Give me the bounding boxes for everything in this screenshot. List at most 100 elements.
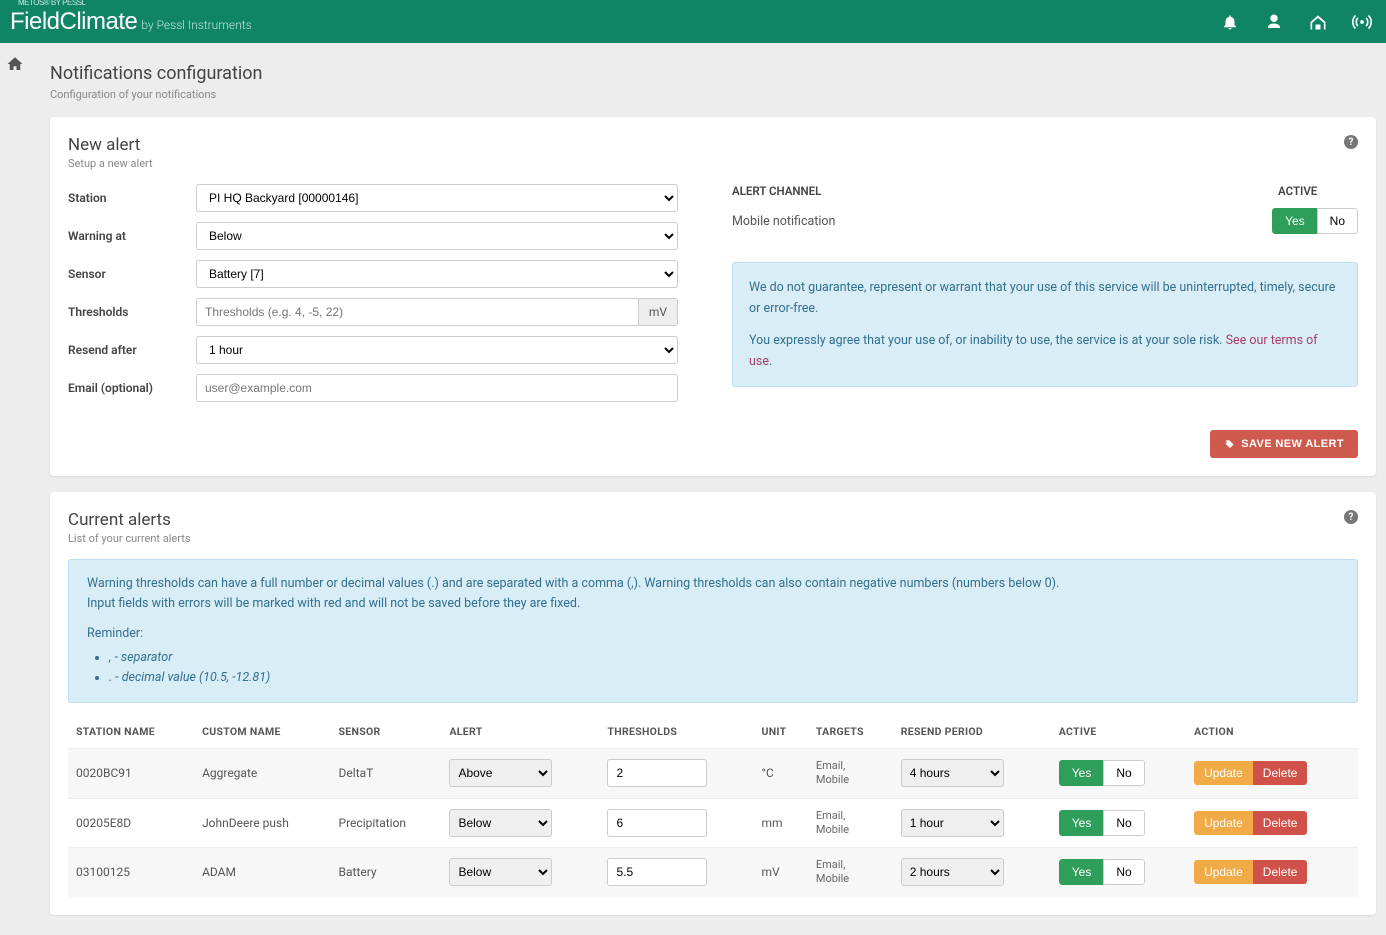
new-alert-form: Station PI HQ Backyard [00000146] Warnin… (68, 184, 678, 412)
current-alerts-title: Current alerts (68, 510, 191, 530)
th-station: STATION NAME (68, 715, 194, 749)
table-row: 0020BC91 Aggregate DeltaT Above °C Email… (68, 749, 1358, 799)
alert-select[interactable]: Above (449, 759, 552, 787)
cell-unit: °C (753, 749, 807, 799)
label-email: Email (optional) (68, 381, 196, 395)
delete-button[interactable]: Delete (1253, 811, 1308, 835)
channel-header: ALERT CHANNEL (732, 184, 1248, 198)
page-header: Notifications configuration Configuratio… (50, 63, 1376, 101)
active-no-button[interactable]: No (1103, 810, 1144, 836)
active-toggle: YesNo (1059, 859, 1145, 885)
threshold-input[interactable] (607, 759, 707, 787)
action-buttons: UpdateDelete (1194, 860, 1307, 884)
user-icon[interactable] (1264, 12, 1284, 32)
cell-sensor: Battery (331, 848, 442, 897)
alert-select[interactable]: Below (449, 858, 552, 886)
bell-icon[interactable] (1220, 12, 1240, 32)
th-custom: CUSTOM NAME (194, 715, 330, 749)
new-alert-subtitle: Setup a new alert (68, 157, 153, 170)
alerts-info-box: Warning thresholds can have a full numbe… (68, 559, 1358, 703)
th-action: ACTION (1186, 715, 1358, 749)
page-subtitle: Configuration of your notifications (50, 88, 1376, 101)
cell-custom: ADAM (194, 848, 330, 897)
resend-select[interactable]: 4 hours (901, 759, 1004, 787)
cell-targets: Email,Mobile (816, 809, 885, 838)
active-yes-button[interactable]: Yes (1059, 760, 1104, 786)
email-input[interactable] (196, 374, 678, 402)
mobile-no-button[interactable]: No (1317, 208, 1358, 234)
delete-button[interactable]: Delete (1253, 860, 1308, 884)
th-active: ACTIVE (1051, 715, 1186, 749)
cell-sensor: Precipitation (331, 798, 442, 848)
active-yes-button[interactable]: Yes (1059, 859, 1104, 885)
resend-select[interactable]: 1 hour (196, 336, 678, 364)
alerts-reminder-label: Reminder: (87, 624, 1339, 644)
action-buttons: UpdateDelete (1194, 761, 1307, 785)
reminder-bullet-2: . - decimal value (10.5, -12.81) (109, 668, 1339, 688)
th-unit: UNIT (753, 715, 807, 749)
alert-channel-panel: ALERT CHANNEL ACTIVE Mobile notification… (732, 184, 1358, 412)
label-warning: Warning at (68, 229, 196, 243)
active-no-button[interactable]: No (1103, 760, 1144, 786)
th-sensor: SENSOR (331, 715, 442, 749)
table-row: 03100125 ADAM Battery Below mV Email,Mob… (68, 848, 1358, 897)
active-toggle: YesNo (1059, 760, 1145, 786)
label-sensor: Sensor (68, 267, 196, 281)
active-yes-button[interactable]: Yes (1059, 810, 1104, 836)
threshold-unit: mV (639, 298, 678, 326)
cell-sensor: DeltaT (331, 749, 442, 799)
cell-station: 00205E8D (68, 798, 194, 848)
update-button[interactable]: Update (1194, 811, 1253, 835)
resend-select[interactable]: 1 hour (901, 809, 1004, 837)
topbar-icons (1220, 12, 1372, 32)
alerts-info-line2: Input fields with errors will be marked … (87, 594, 1339, 614)
delete-button[interactable]: Delete (1253, 761, 1308, 785)
sidebar (0, 43, 30, 935)
mobile-active-toggle: Yes No (1272, 208, 1358, 234)
update-button[interactable]: Update (1194, 860, 1253, 884)
alert-select[interactable]: Below (449, 809, 552, 837)
update-button[interactable]: Update (1194, 761, 1253, 785)
cell-unit: mm (753, 798, 807, 848)
th-thresholds: THRESHOLDS (599, 715, 753, 749)
brand-name: FieldClimate (10, 8, 137, 35)
disclaimer-box: We do not guarantee, represent or warran… (732, 262, 1358, 387)
current-alerts-subtitle: List of your current alerts (68, 532, 191, 545)
mobile-notification-label: Mobile notification (732, 214, 835, 229)
brand: METOS® BY PESSL FieldClimate by Pessl In… (10, 8, 252, 36)
help-icon[interactable]: ? (1344, 510, 1358, 524)
tag-icon (1224, 439, 1235, 450)
action-buttons: UpdateDelete (1194, 811, 1307, 835)
new-alert-title: New alert (68, 135, 153, 155)
current-alerts-card: Current alerts List of your current aler… (50, 492, 1376, 915)
station-icon[interactable] (1308, 12, 1328, 32)
cell-custom: Aggregate (194, 749, 330, 799)
cell-station: 0020BC91 (68, 749, 194, 799)
broadcast-icon[interactable] (1352, 12, 1372, 32)
th-resend: RESEND PERIOD (893, 715, 1051, 749)
brand-small: METOS® BY PESSL (18, 0, 85, 7)
sensor-select[interactable]: Battery [7] (196, 260, 678, 288)
mobile-yes-button[interactable]: Yes (1272, 208, 1317, 234)
resend-select[interactable]: 2 hours (901, 858, 1004, 886)
home-icon[interactable] (6, 55, 24, 73)
top-bar: METOS® BY PESSL FieldClimate by Pessl In… (0, 0, 1386, 43)
cell-targets: Email,Mobile (816, 858, 885, 887)
disclaimer-line2: You expressly agree that your use of, or… (749, 333, 1226, 348)
label-thresholds: Thresholds (68, 305, 196, 319)
page-title: Notifications configuration (50, 63, 1376, 84)
active-header: ACTIVE (1278, 184, 1358, 198)
save-button-label: SAVE NEW ALERT (1241, 438, 1344, 450)
threshold-input[interactable] (607, 858, 707, 886)
brand-byline: by Pessl Instruments (141, 18, 251, 32)
help-icon[interactable]: ? (1344, 135, 1358, 149)
cell-targets: Email,Mobile (816, 759, 885, 788)
threshold-input[interactable] (607, 809, 707, 837)
thresholds-input[interactable] (196, 298, 639, 326)
new-alert-card: New alert Setup a new alert ? Station PI… (50, 117, 1376, 476)
station-select[interactable]: PI HQ Backyard [00000146] (196, 184, 678, 212)
save-new-alert-button[interactable]: SAVE NEW ALERT (1210, 430, 1358, 458)
alerts-info-line1: Warning thresholds can have a full numbe… (87, 574, 1339, 594)
active-no-button[interactable]: No (1103, 859, 1144, 885)
warning-select[interactable]: Below (196, 222, 678, 250)
